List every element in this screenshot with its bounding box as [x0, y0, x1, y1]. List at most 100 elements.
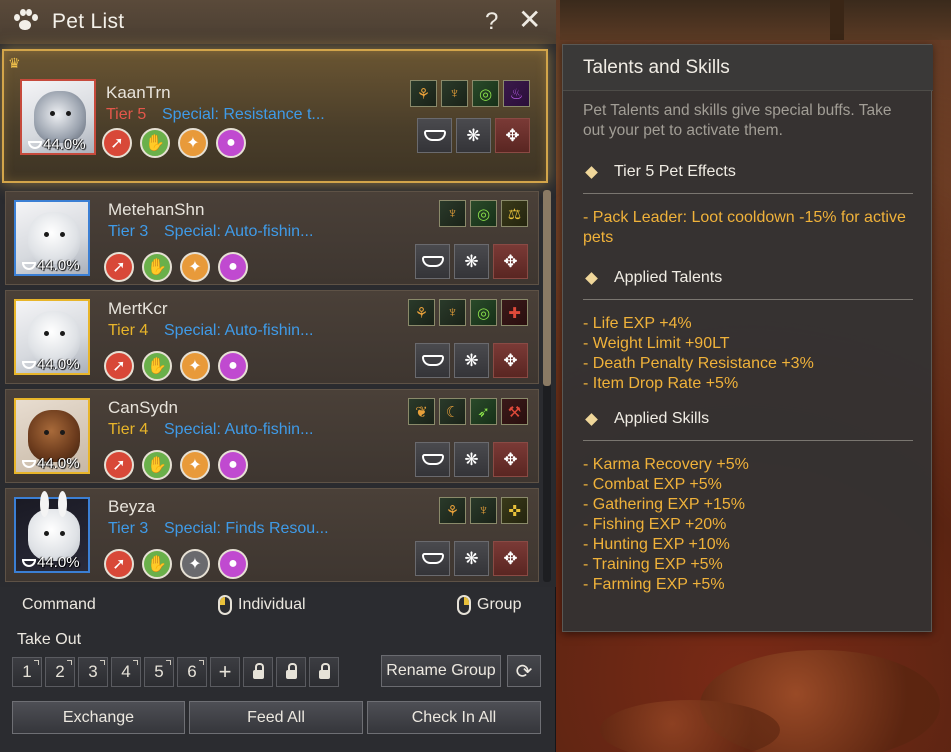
- check-in-all-button[interactable]: Check In All: [367, 701, 541, 734]
- talent-horn-icon[interactable]: ⚘: [439, 497, 466, 524]
- talent-scorpion-icon[interactable]: ♆: [470, 497, 497, 524]
- help-button[interactable]: ?: [485, 8, 498, 36]
- compass-command-icon[interactable]: ✦: [180, 549, 210, 579]
- take-out-slot-3[interactable]: 3: [78, 657, 108, 687]
- talent-bow-icon[interactable]: ◎: [470, 299, 497, 326]
- take-out-slot-2[interactable]: 2: [45, 657, 75, 687]
- lock-icon[interactable]: [309, 657, 339, 687]
- hand-command-icon[interactable]: ✋: [140, 128, 170, 158]
- talent-wing-icon[interactable]: ➶: [470, 398, 497, 425]
- individual-command[interactable]: Individual: [218, 595, 306, 615]
- talent-bow-icon[interactable]: ◎: [472, 80, 499, 107]
- take-out-slot-1[interactable]: 1: [12, 657, 42, 687]
- add-slot-button[interactable]: +: [210, 657, 240, 687]
- pet-hunger-percent: 44.0%: [22, 554, 80, 571]
- feed-button[interactable]: [415, 244, 450, 279]
- talent-death-icon[interactable]: ✚: [501, 299, 528, 326]
- paw-button[interactable]: ❋: [454, 343, 489, 378]
- pet-card[interactable]: 44.0% CanSydn Tier 4 Special: Auto-fishi…: [5, 389, 539, 483]
- talent-pickaxe-icon[interactable]: ⚒: [501, 398, 528, 425]
- window-titlebar[interactable]: Pet List ? ✕: [0, 0, 556, 44]
- scroll-thumb[interactable]: [543, 190, 551, 386]
- take-out-label: Take Out: [17, 631, 82, 648]
- compass-command-icon[interactable]: ✦: [178, 128, 208, 158]
- potion-command-icon[interactable]: ●: [216, 128, 246, 158]
- run-command-icon[interactable]: ➚: [104, 252, 134, 282]
- pet-portrait[interactable]: 44.0%: [14, 491, 90, 573]
- hand-command-icon[interactable]: ✋: [142, 351, 172, 381]
- take-out-slot-6[interactable]: 6: [177, 657, 207, 687]
- hand-command-icon[interactable]: ✋: [142, 549, 172, 579]
- feed-button[interactable]: [415, 541, 450, 576]
- feed-all-button[interactable]: Feed All: [189, 701, 363, 734]
- talent-scorpion-icon[interactable]: ♆: [439, 200, 466, 227]
- run-command-icon[interactable]: ➚: [104, 351, 134, 381]
- paw-button[interactable]: ❋: [456, 118, 491, 153]
- section-applied-skills: Applied Skills: [583, 410, 913, 441]
- talent-target-icon[interactable]: ✜: [501, 497, 528, 524]
- window-title: Pet List: [52, 10, 125, 33]
- pet-card[interactable]: 44.0% Beyza Tier 3 Special: Finds Resou.…: [5, 488, 539, 582]
- paw-button[interactable]: ❋: [454, 244, 489, 279]
- take-out-slot-4[interactable]: 4: [111, 657, 141, 687]
- talent-sickle-icon[interactable]: ☾: [439, 398, 466, 425]
- pet-portrait[interactable]: 44.0%: [20, 79, 96, 155]
- compass-command-icon[interactable]: ✦: [180, 252, 210, 282]
- pet-portrait[interactable]: 44.0%: [14, 398, 90, 474]
- talent-scorpion-icon[interactable]: ♆: [441, 80, 468, 107]
- pet-portrait[interactable]: 44.0%: [14, 299, 90, 375]
- run-command-icon[interactable]: ➚: [104, 549, 134, 579]
- seal-button[interactable]: ✥: [495, 118, 530, 153]
- refresh-icon[interactable]: ⟳: [507, 655, 541, 687]
- exchange-button[interactable]: Exchange: [12, 701, 185, 734]
- potion-command-icon[interactable]: ●: [218, 252, 248, 282]
- pet-special[interactable]: Special: Finds Resou...: [164, 520, 329, 538]
- skill-line: - Training EXP +5%: [583, 556, 723, 573]
- potion-command-icon[interactable]: ●: [218, 351, 248, 381]
- lock-icon[interactable]: [276, 657, 306, 687]
- skill-line: - Gathering EXP +15%: [583, 496, 746, 513]
- lock-icon[interactable]: [243, 657, 273, 687]
- pet-card[interactable]: ♛ 44.0% KaanTrn Tier 5 Special: Resistan…: [2, 49, 548, 183]
- pet-special[interactable]: Special: Auto-fishin...: [164, 421, 313, 439]
- group-command[interactable]: Group: [457, 595, 521, 615]
- feed-button[interactable]: [415, 442, 450, 477]
- potion-command-icon[interactable]: ●: [218, 450, 248, 480]
- close-button[interactable]: ✕: [518, 6, 541, 34]
- feed-button[interactable]: [415, 343, 450, 378]
- paw-button[interactable]: ❋: [454, 442, 489, 477]
- pet-portrait[interactable]: 44.0%: [14, 200, 90, 276]
- divider: [583, 440, 913, 441]
- tooltip-description: Pet Talents and skills give special buff…: [583, 102, 892, 139]
- seal-button[interactable]: ✥: [493, 244, 528, 279]
- pet-list-scrollbar[interactable]: [543, 190, 551, 582]
- talent-potion-icon[interactable]: ♨: [503, 80, 530, 107]
- run-command-icon[interactable]: ➚: [102, 128, 132, 158]
- talent-wheat-icon[interactable]: ❦: [408, 398, 435, 425]
- run-command-icon[interactable]: ➚: [104, 450, 134, 480]
- pet-card[interactable]: 44.0% MertKcr Tier 4 Special: Auto-fishi…: [5, 290, 539, 384]
- seal-button[interactable]: ✥: [493, 442, 528, 477]
- pet-special[interactable]: Special: Resistance t...: [162, 106, 325, 124]
- compass-command-icon[interactable]: ✦: [180, 351, 210, 381]
- pet-tier: Tier 5: [106, 106, 147, 123]
- seal-button[interactable]: ✥: [493, 541, 528, 576]
- pet-card[interactable]: 44.0% MetehanShn Tier 3 Special: Auto-fi…: [5, 191, 539, 285]
- hand-command-icon[interactable]: ✋: [142, 450, 172, 480]
- hand-command-icon[interactable]: ✋: [142, 252, 172, 282]
- talent-horn-icon[interactable]: ⚘: [408, 299, 435, 326]
- feed-button[interactable]: [417, 118, 452, 153]
- talent-weight-icon[interactable]: ⚖: [501, 200, 528, 227]
- potion-command-icon[interactable]: ●: [218, 549, 248, 579]
- compass-command-icon[interactable]: ✦: [180, 450, 210, 480]
- seal-button[interactable]: ✥: [493, 343, 528, 378]
- pet-special[interactable]: Special: Auto-fishin...: [164, 223, 313, 241]
- take-out-slot-5[interactable]: 5: [144, 657, 174, 687]
- talent-bow-icon[interactable]: ◎: [470, 200, 497, 227]
- rename-group-button[interactable]: Rename Group: [381, 655, 501, 687]
- talent-horn-icon[interactable]: ⚘: [410, 80, 437, 107]
- pet-special[interactable]: Special: Auto-fishin...: [164, 322, 313, 340]
- paw-button[interactable]: ❋: [454, 541, 489, 576]
- diamond-icon: [585, 165, 598, 179]
- talent-scorpion-icon[interactable]: ♆: [439, 299, 466, 326]
